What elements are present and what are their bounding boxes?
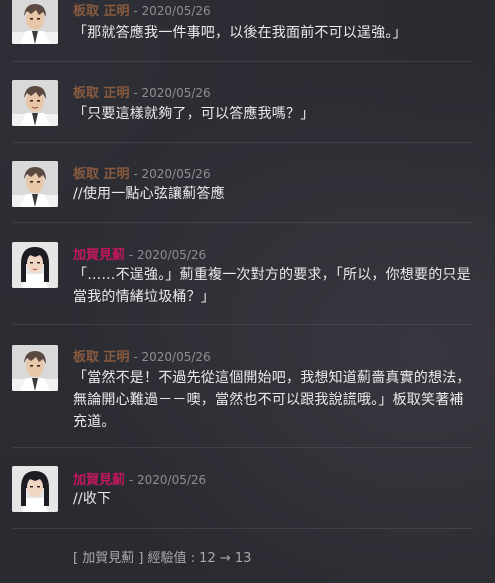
message-text: 「當然不是！不過先從這個開始吧，我想知道薊嗇真實的想法，無論開心難過－－噢，當然… [73, 370, 471, 430]
message-item: 加賀見薊 - 2020/05/26 「……不逞強。」薊重複一次對方的要求，「所以… [12, 242, 473, 322]
female-avatar[interactable] [12, 466, 58, 512]
message-text: 「只要這樣就夠了，可以答應我嗎？」 [73, 106, 315, 122]
message-meta: 板取 正明 - 2020/05/26 [73, 0, 211, 19]
message-text: //使用一點心弦讓薊答應 [73, 186, 225, 202]
author-name[interactable]: 板取 正明 [73, 350, 130, 365]
author-name[interactable]: 加賀見薊 [73, 248, 125, 263]
meta-separator: - [129, 350, 142, 364]
message-item: 板取 正明 - 2020/05/26 「當然不是！不過先從這個開始吧，我想知道薊… [12, 345, 473, 445]
message-date: 2020/05/26 [141, 86, 211, 100]
divider [12, 222, 473, 223]
message-text: 「那就答應我一件事吧，以後在我面前不可以逞強。」 [73, 25, 407, 41]
male-avatar[interactable] [12, 161, 58, 207]
male-avatar[interactable] [12, 345, 58, 391]
author-name[interactable]: 板取 正明 [73, 86, 130, 101]
author-name[interactable]: 板取 正明 [73, 4, 130, 19]
meta-separator: - [129, 86, 142, 100]
meta-separator: - [129, 4, 142, 18]
message-meta: 板取 正明 - 2020/05/26 [73, 82, 211, 101]
divider [12, 324, 473, 325]
message-item: 板取 正明 - 2020/05/26 //使用一點心弦讓薊答應 [12, 161, 473, 221]
experience-notice: [ 加賀見薊 ] 經驗值 : 12 → 13 [73, 551, 252, 566]
meta-separator: - [125, 248, 137, 262]
message-date: 2020/05/26 [136, 473, 207, 487]
message-meta: 板取 正明 - 2020/05/26 [73, 163, 211, 182]
female-avatar[interactable] [12, 242, 58, 288]
message-item: 板取 正明 - 2020/05/26 「那就答應我一件事吧，以後在我面前不可以逞… [12, 0, 473, 60]
author-name[interactable]: 加賀見薊 [73, 473, 125, 488]
message-meta: 加賀見薊 - 2020/05/26 [73, 469, 206, 488]
author-name[interactable]: 板取 正明 [73, 167, 130, 182]
meta-separator: - [129, 167, 142, 181]
message-date: 2020/05/26 [141, 350, 211, 364]
message-date: 2020/05/26 [141, 4, 211, 18]
message-text: //收下 [73, 491, 112, 507]
meta-separator: - [125, 473, 137, 487]
divider [12, 61, 473, 62]
message-meta: 加賀見薊 - 2020/05/26 [73, 244, 206, 263]
male-avatar[interactable] [12, 80, 58, 126]
message-date: 2020/05/26 [136, 248, 207, 262]
message-item: 板取 正明 - 2020/05/26 「只要這樣就夠了，可以答應我嗎？」 [12, 80, 473, 140]
message-text: 「……不逞強。」薊重複一次對方的要求，「所以，你想要的只是當我的情緒垃圾桶？」 [73, 267, 471, 305]
message-meta: 板取 正明 - 2020/05/26 [73, 346, 211, 365]
message-item: 加賀見薊 - 2020/05/26 //收下 [12, 466, 473, 526]
divider [12, 142, 473, 143]
divider [12, 447, 473, 448]
male-avatar[interactable] [12, 0, 58, 44]
message-date: 2020/05/26 [141, 167, 211, 181]
divider [12, 528, 473, 529]
